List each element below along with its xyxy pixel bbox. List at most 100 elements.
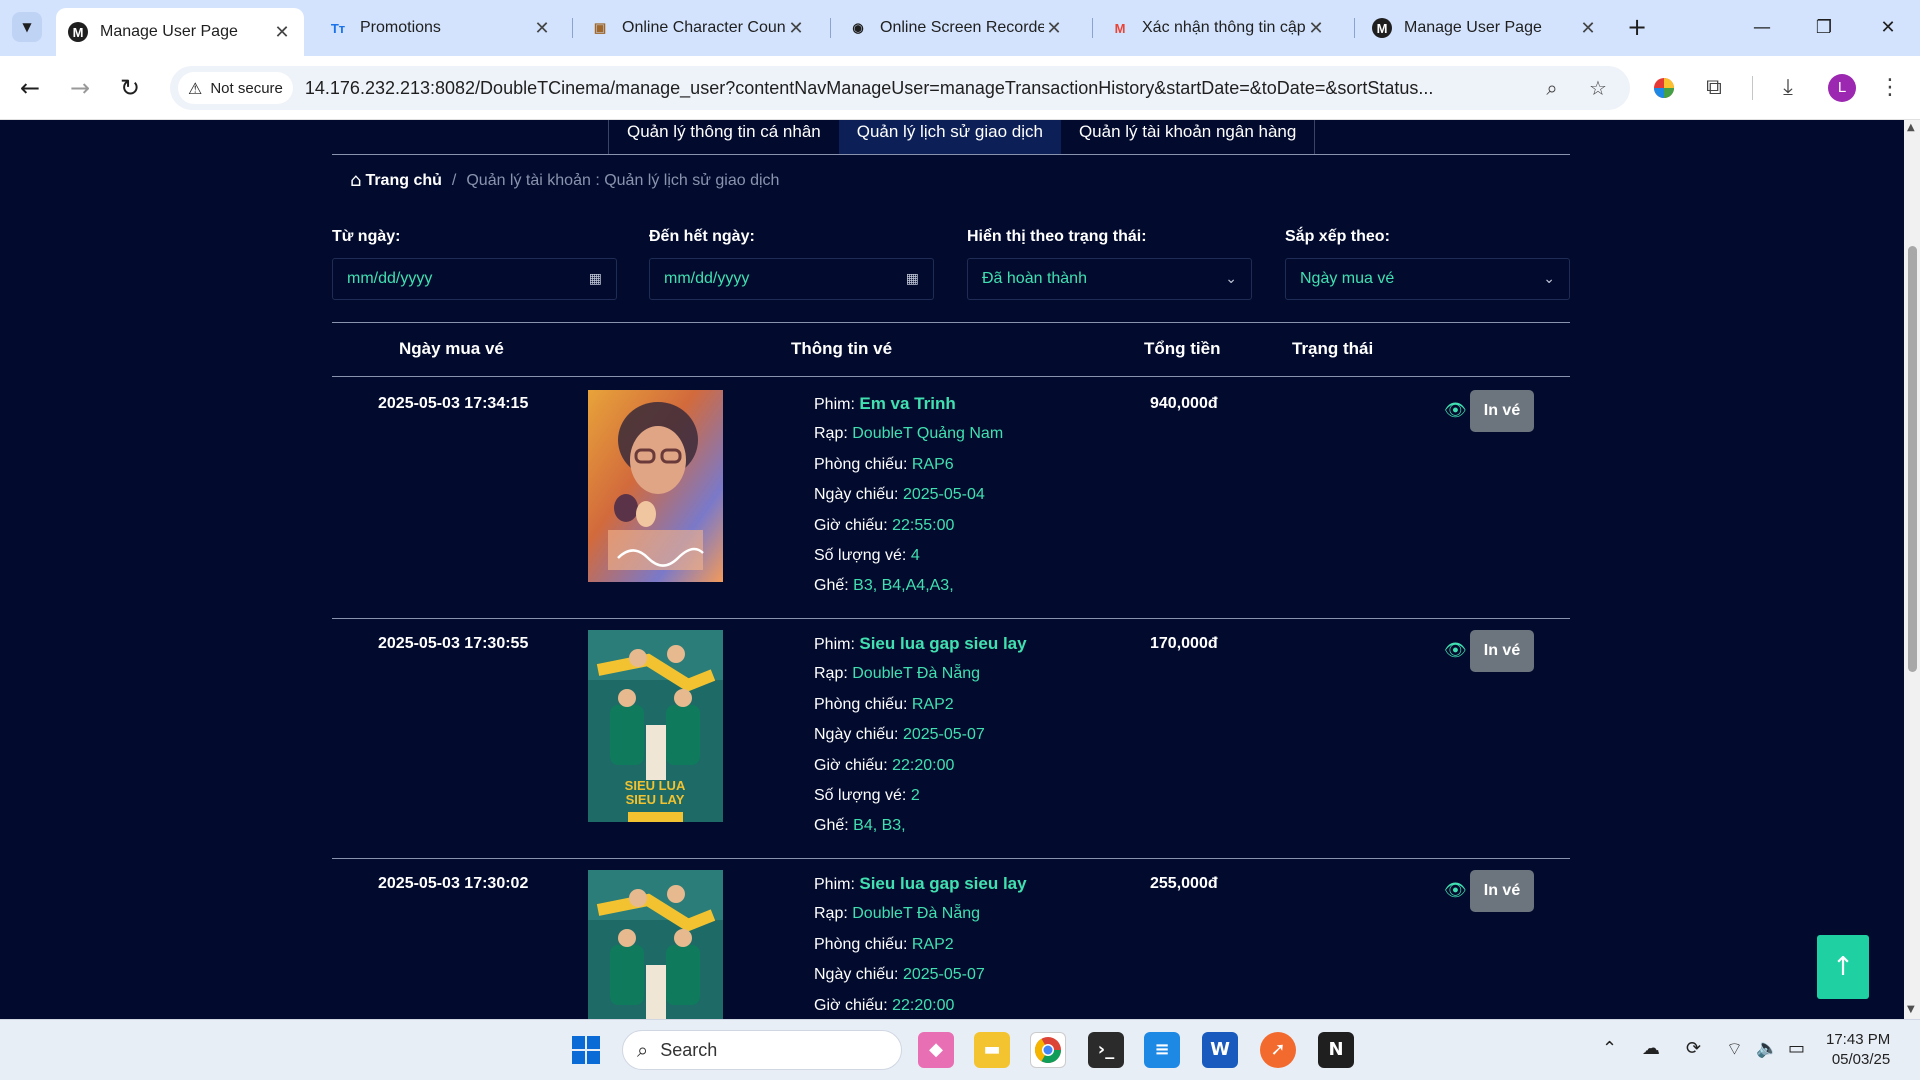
table-header-divider (332, 376, 1570, 377)
header-status: Trạng thái (1292, 339, 1374, 358)
show-time-label: Giờ chiếu: (814, 996, 888, 1014)
print-ticket-button[interactable]: In vé (1470, 630, 1534, 672)
tab-search-chevron-icon[interactable]: ▼ (12, 12, 42, 42)
new-tab-plus-icon[interactable]: + (1622, 12, 1652, 42)
scroll-up-arrow-icon[interactable]: ▲ (1907, 122, 1915, 133)
notepad-icon[interactable]: ≡ (1144, 1032, 1180, 1068)
tab-transaction-history[interactable]: Quản lý lịch sử giao dịch (838, 120, 1061, 154)
security-label: Not secure (210, 79, 283, 97)
sync-icon[interactable]: ⟳ (1686, 1038, 1701, 1059)
browser-tab[interactable]: M Xác nhận thông tin cập ✕ (1098, 8, 1338, 48)
reload-icon[interactable]: ↻ (112, 70, 148, 106)
quantity-value: 2 (910, 786, 920, 804)
home-icon[interactable]: ⌂ (350, 170, 361, 191)
scroll-to-top-button[interactable]: ↑ (1817, 935, 1869, 999)
to-date-label: Đến hết ngày: (649, 228, 755, 245)
taskbar-clock[interactable]: 17:43 PM 05/03/25 (1826, 1030, 1890, 1070)
chevron-down-icon: ⌄ (1225, 271, 1237, 287)
tab-bank-account[interactable]: Quản lý tài khoản ngân hàng (1061, 120, 1314, 154)
movie-title-link[interactable]: Sieu lua gap sieu lay (859, 874, 1026, 893)
total-amount: 170,000đ (1150, 635, 1218, 652)
eye-icon[interactable]: 👁 (1444, 880, 1467, 901)
breadcrumb-separator: / (451, 171, 457, 189)
tab-title: Online Character Count (622, 19, 786, 36)
back-arrow-icon[interactable]: ← (12, 70, 48, 106)
zoom-magnifier-icon[interactable]: ⌕ (1536, 72, 1568, 104)
onedrive-cloud-icon[interactable]: ☁ (1642, 1038, 1660, 1059)
calendar-icon[interactable]: ▦ (906, 271, 919, 287)
movie-poster-sieu-lua-gap-sieu-lay[interactable]: SIEU LUA SIEU LAY (588, 630, 723, 822)
notion-icon[interactable]: N (1318, 1032, 1354, 1068)
volume-icon[interactable]: 🔈 (1756, 1038, 1778, 1059)
tray-chevron-up-icon[interactable]: ⌃ (1602, 1038, 1617, 1059)
profile-avatar[interactable]: L (1828, 74, 1856, 102)
eye-icon[interactable]: 👁 (1444, 640, 1467, 661)
security-chip[interactable]: ⚠ Not secure (178, 72, 293, 104)
browser-tab[interactable]: Tт Promotions ✕ (316, 8, 564, 48)
word-icon[interactable]: W (1202, 1032, 1238, 1068)
print-ticket-button[interactable]: In vé (1470, 390, 1534, 432)
sort-select[interactable]: Ngày mua vé ⌄ (1285, 258, 1570, 300)
windows-start-icon[interactable] (568, 1032, 604, 1068)
show-time-label: Giờ chiếu: (814, 516, 888, 534)
scroll-down-arrow-icon[interactable]: ▼ (1907, 1004, 1915, 1015)
page-scrollbar[interactable]: ▲ ▼ (1904, 120, 1920, 1019)
file-explorer-icon[interactable]: ▬ (974, 1032, 1010, 1068)
movie-title-link[interactable]: Sieu lua gap sieu lay (859, 634, 1026, 653)
account-subnav: Quản lý thông tin cá nhân Quản lý lịch s… (608, 120, 1316, 155)
tab-separator (572, 18, 573, 38)
url-text[interactable]: 14.176.232.213:8082/DoubleTCinema/manage… (305, 78, 1575, 99)
close-icon[interactable]: ✕ (786, 18, 806, 39)
movie-title-link[interactable]: Em va Trinh (859, 394, 955, 413)
to-date-input[interactable]: mm/dd/yyyy ▦ (649, 258, 934, 300)
breadcrumb: ⌂ Trang chủ / Quản lý tài khoản : Quản l… (350, 170, 779, 191)
sort-label: Sắp xếp theo: (1285, 228, 1390, 245)
breadcrumb-home-link[interactable]: Trang chủ (365, 172, 441, 190)
seats-value: B3, B4,A4,A3, (853, 577, 954, 595)
purchase-date: 2025-05-03 17:34:15 (378, 395, 529, 412)
close-icon[interactable]: ✕ (532, 18, 552, 39)
cinema-value: DoubleT Đà Nẵng (852, 905, 981, 923)
window-close-icon[interactable]: ✕ (1868, 10, 1908, 46)
from-date-input[interactable]: mm/dd/yyyy ▦ (332, 258, 617, 300)
movie-poster-sieu-lua-gap-sieu-lay[interactable] (588, 870, 723, 1019)
download-icon[interactable]: ⤓ (1770, 70, 1806, 106)
close-icon[interactable]: ✕ (1578, 18, 1598, 39)
tab-separator (1354, 18, 1355, 38)
close-icon[interactable]: ✕ (272, 22, 292, 43)
color-extension-icon[interactable] (1646, 70, 1682, 106)
postman-icon[interactable]: ➚ (1260, 1032, 1296, 1068)
forward-arrow-icon[interactable]: → (62, 70, 98, 106)
taskbar-search[interactable]: ⌕ Search (622, 1030, 902, 1070)
wifi-icon[interactable]: ⌔ (1726, 1038, 1743, 1061)
close-icon[interactable]: ✕ (1306, 18, 1326, 39)
address-bar[interactable]: ⚠ Not secure 14.176.232.213:8082/DoubleT… (170, 66, 1630, 110)
tab-personal-info[interactable]: Quản lý thông tin cá nhân (609, 120, 839, 154)
tab-title: Promotions (360, 19, 441, 36)
show-date-value: 2025-05-07 (902, 726, 985, 744)
browser-tab[interactable]: M Manage User Page ✕ (1360, 8, 1610, 48)
show-date-value: 2025-05-07 (902, 966, 985, 984)
close-icon[interactable]: ✕ (1044, 18, 1064, 39)
recorder-icon: ◉ (852, 20, 864, 35)
movie-poster-em-va-trinh[interactable] (588, 390, 723, 582)
tab-title: Manage User Page (100, 23, 238, 40)
status-select[interactable]: Đã hoàn thành ⌄ (967, 258, 1252, 300)
menu-kebab-icon[interactable]: ⋮ (1872, 70, 1908, 106)
browser-tab-active[interactable]: M Manage User Page ✕ (56, 8, 304, 56)
minimize-icon[interactable]: — (1742, 10, 1782, 46)
bookmark-star-icon[interactable]: ☆ (1582, 72, 1614, 104)
browser-tab[interactable]: ◉ Online Screen Recorder ✕ (836, 8, 1076, 48)
scrollbar-thumb[interactable] (1908, 246, 1917, 672)
battery-icon[interactable]: ▭ (1788, 1038, 1805, 1059)
print-ticket-button[interactable]: In vé (1470, 870, 1534, 912)
extensions-puzzle-icon[interactable]: ⧉ (1696, 70, 1732, 106)
movie-label: Phim: (814, 636, 855, 653)
eye-icon[interactable]: 👁 (1444, 400, 1467, 421)
copilot-icon[interactable]: ◆ (918, 1032, 954, 1068)
browser-tab[interactable]: ▣ Online Character Count ✕ (578, 8, 818, 48)
restore-icon[interactable]: ❐ (1804, 10, 1844, 46)
calendar-icon[interactable]: ▦ (589, 271, 602, 287)
chrome-icon[interactable] (1030, 1032, 1066, 1068)
terminal-icon[interactable]: ›_ (1088, 1032, 1124, 1068)
